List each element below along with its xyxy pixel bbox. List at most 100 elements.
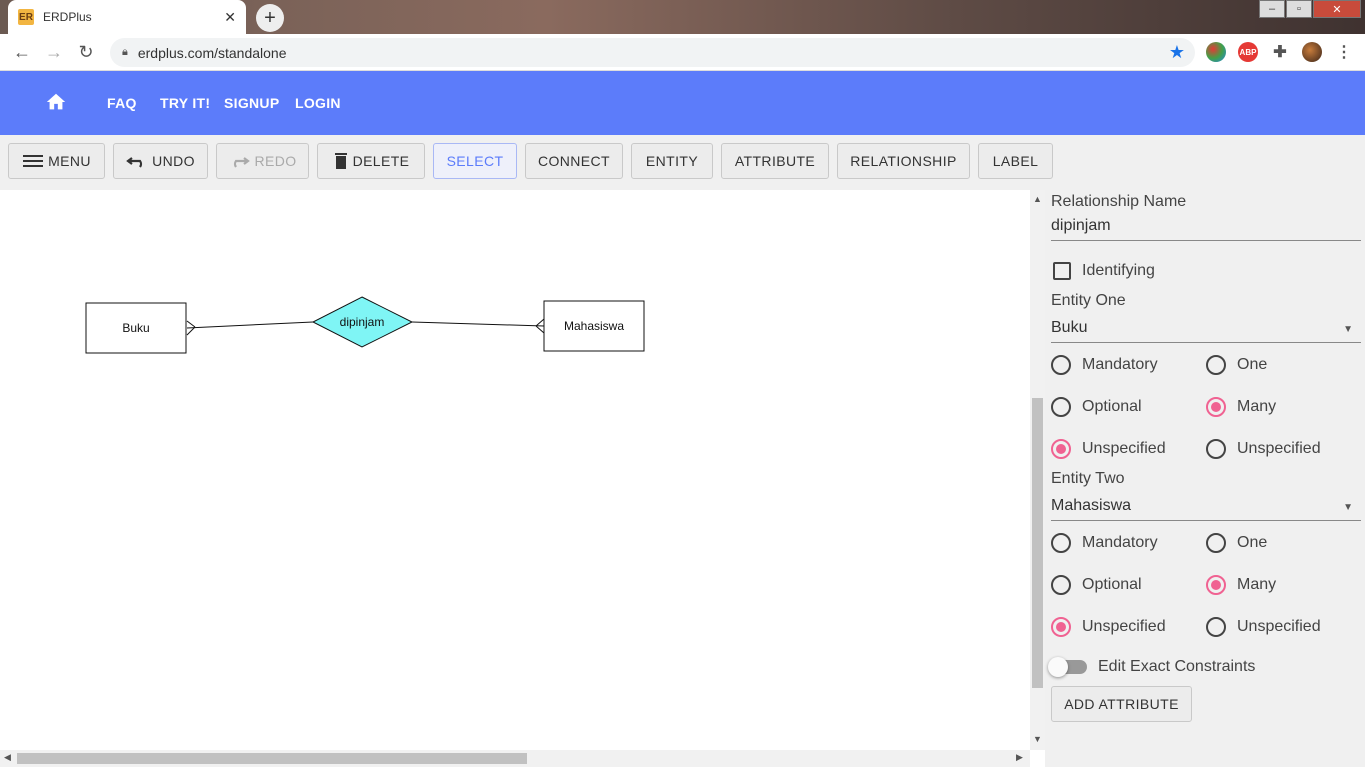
entity-two-many-label: Many xyxy=(1237,576,1277,593)
entity-one-dropdown-arrow-icon[interactable]: ▼ xyxy=(1343,324,1353,335)
entity-one-optional-radio[interactable] xyxy=(1051,397,1071,417)
relationship-tool-button[interactable]: RELATIONSHIP xyxy=(837,143,970,179)
connector-buku-dipinjam[interactable] xyxy=(186,321,314,329)
relationship-name-input[interactable]: dipinjam xyxy=(1051,217,1111,235)
redo-button[interactable]: REDO xyxy=(216,143,309,179)
entity-two-mandatory-label: Mandatory xyxy=(1082,534,1158,551)
back-arrow-icon[interactable]: ← xyxy=(6,42,38,63)
entity-one-mandatory-radio[interactable] xyxy=(1051,355,1071,375)
entity-two-participation-unspecified-radio[interactable] xyxy=(1051,617,1071,637)
bookmark-star-icon[interactable]: ★ xyxy=(1169,42,1185,63)
minimize-icon[interactable]: – xyxy=(1259,0,1285,18)
relationship-dipinjam[interactable]: dipinjam xyxy=(311,296,414,348)
profile-avatar[interactable] xyxy=(1302,42,1322,62)
browser-tab-strip: ER ERDPlus ✕ + – ▫ ✕ xyxy=(0,0,1365,34)
maximize-icon[interactable]: ▫ xyxy=(1286,0,1312,18)
entity-two-participation-unspecified-label: Unspecified xyxy=(1082,618,1166,635)
nav-login-link[interactable]: LOGIN xyxy=(295,95,341,111)
window-controls: – ▫ ✕ xyxy=(1258,0,1361,18)
relationship-name-underline xyxy=(1051,240,1361,241)
scroll-right-arrow-icon[interactable]: ▶ xyxy=(1016,752,1023,763)
undo-button[interactable]: UNDO xyxy=(113,143,208,179)
entity-two-many-radio[interactable] xyxy=(1206,575,1226,595)
entity-one-mandatory-label: Mandatory xyxy=(1082,356,1158,373)
entity-tool-button[interactable]: ENTITY xyxy=(631,143,713,179)
puzzle-extensions-icon[interactable]: ✚ xyxy=(1270,42,1290,62)
entity-one-many-radio[interactable] xyxy=(1206,397,1226,417)
url-text: erdplus.com/standalone xyxy=(137,44,287,61)
colorful-globe-icon[interactable] xyxy=(1206,42,1226,62)
entity-one-cardinality-unspecified-radio[interactable] xyxy=(1206,439,1226,459)
browser-tab[interactable]: ER ERDPlus ✕ xyxy=(8,0,246,34)
nav-faq-link[interactable]: FAQ xyxy=(107,95,137,111)
entity-one-optional-label: Optional xyxy=(1082,398,1142,415)
url-omnibox[interactable]: 🔒︎ erdplus.com/standalone ★ xyxy=(110,38,1195,67)
entity-two-one-label: One xyxy=(1237,534,1268,551)
panel-vertical-scrollbar[interactable]: ▲ ▼ xyxy=(1030,190,1045,750)
entity-two-one-radio[interactable] xyxy=(1206,533,1226,553)
entity-buku-label: Buku xyxy=(122,321,149,335)
forward-arrow-icon[interactable]: → xyxy=(38,42,70,63)
entity-two-cardinality-unspecified-label: Unspecified xyxy=(1237,618,1321,635)
new-tab-button[interactable]: + xyxy=(256,4,284,32)
diagram-toolbar: MENU UNDO REDO DELETE SELECT CONNECT ENT… xyxy=(0,135,1365,190)
entity-two-dropdown-arrow-icon[interactable]: ▼ xyxy=(1343,502,1353,513)
nav-signup-link[interactable]: SIGNUP xyxy=(224,95,279,111)
entity-one-underline xyxy=(1051,342,1361,343)
entity-two-cardinality-unspecified-radio[interactable] xyxy=(1206,617,1226,637)
select-tool-button[interactable]: SELECT xyxy=(433,143,517,179)
entity-one-one-radio[interactable] xyxy=(1206,355,1226,375)
entity-one-select[interactable]: Buku xyxy=(1051,319,1087,337)
label-tool-button[interactable]: LABEL xyxy=(978,143,1053,179)
identifying-checkbox[interactable] xyxy=(1053,262,1071,280)
erdplus-favicon-icon: ER xyxy=(18,9,34,25)
entity-one-cardinality-unspecified-label: Unspecified xyxy=(1237,440,1321,457)
tab-title: ERDPlus xyxy=(43,10,92,24)
diagram-canvas[interactable]: Buku dipinjam Mahasiswa xyxy=(0,190,1030,750)
add-attribute-button[interactable]: ADD ATTRIBUTE xyxy=(1051,686,1192,722)
delete-label: DELETE xyxy=(352,153,410,169)
entity-two-underline xyxy=(1051,520,1361,521)
connect-tool-button[interactable]: CONNECT xyxy=(525,143,623,179)
trash-icon xyxy=(334,153,347,169)
entity-buku[interactable]: Buku xyxy=(85,302,187,354)
menu-label: MENU xyxy=(48,153,91,169)
horizontal-scroll-thumb[interactable] xyxy=(17,753,527,764)
entity-two-label: Entity Two xyxy=(1051,470,1125,487)
connector-dipinjam-mahasiswa[interactable] xyxy=(411,321,545,327)
entity-two-mandatory-radio[interactable] xyxy=(1051,533,1071,553)
identifying-label: Identifying xyxy=(1082,262,1155,279)
scroll-down-arrow-icon[interactable]: ▼ xyxy=(1033,734,1042,744)
scroll-left-arrow-icon[interactable]: ◀ xyxy=(4,752,11,763)
attribute-tool-button[interactable]: ATTRIBUTE xyxy=(721,143,829,179)
redo-label: REDO xyxy=(254,153,297,169)
relationship-name-label: Relationship Name xyxy=(1051,193,1187,210)
canvas-horizontal-scrollbar[interactable]: ◀ ▶ xyxy=(0,750,1030,767)
relationship-properties-panel: Relationship Name dipinjam Identifying E… xyxy=(1045,190,1365,767)
adblock-icon[interactable]: ABP xyxy=(1238,42,1258,62)
scroll-up-arrow-icon[interactable]: ▲ xyxy=(1033,194,1042,204)
lock-icon: 🔒︎ xyxy=(122,46,128,58)
entity-two-select[interactable]: Mahasiswa xyxy=(1051,497,1131,515)
redo-icon xyxy=(234,157,251,168)
delete-button[interactable]: DELETE xyxy=(317,143,425,179)
address-bar: ← → ↻ 🔒︎ erdplus.com/standalone ★ xyxy=(0,34,1365,71)
entity-mahasiswa[interactable]: Mahasiswa xyxy=(543,300,645,352)
entity-one-participation-unspecified-label: Unspecified xyxy=(1082,440,1166,457)
home-icon[interactable] xyxy=(45,91,67,113)
tab-close-icon[interactable]: ✕ xyxy=(224,9,236,26)
edit-exact-constraints-label: Edit Exact Constraints xyxy=(1098,658,1256,675)
entity-two-optional-radio[interactable] xyxy=(1051,575,1071,595)
entity-one-participation-unspecified-radio[interactable] xyxy=(1051,439,1071,459)
toggle-knob[interactable] xyxy=(1048,657,1068,677)
undo-icon xyxy=(126,157,143,168)
nav-tryit-link[interactable]: TRY IT! xyxy=(160,95,210,111)
window-close-icon[interactable]: ✕ xyxy=(1313,0,1361,18)
relationship-dipinjam-label: dipinjam xyxy=(340,315,385,329)
entity-two-optional-label: Optional xyxy=(1082,576,1142,593)
entity-one-many-label: Many xyxy=(1237,398,1277,415)
menu-button[interactable]: MENU xyxy=(8,143,105,179)
vertical-scroll-thumb[interactable] xyxy=(1032,398,1043,688)
browser-menu-icon[interactable]: ⋮ xyxy=(1334,42,1354,62)
reload-icon[interactable]: ↻ xyxy=(70,42,102,63)
